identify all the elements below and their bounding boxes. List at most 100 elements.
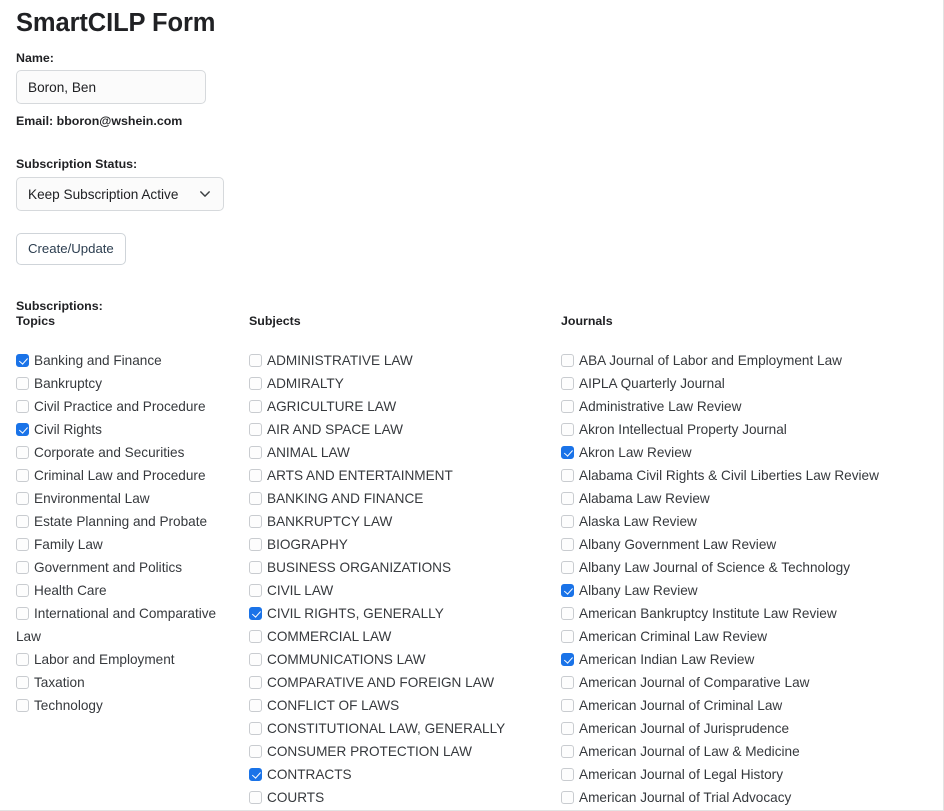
subscription-status-select[interactable]: Keep Subscription Active [16,177,224,211]
checkbox-icon[interactable] [561,722,574,735]
list-item[interactable]: BANKING AND FINANCE [249,487,549,510]
checkbox-icon[interactable] [16,607,29,620]
list-item[interactable]: American Criminal Law Review [561,625,931,648]
list-item[interactable]: ANIMAL LAW [249,441,549,464]
checkbox-icon[interactable] [561,561,574,574]
checkbox-icon[interactable] [249,584,262,597]
list-item[interactable]: Environmental Law [16,487,241,510]
list-item[interactable]: Albany Government Law Review [561,533,931,556]
checkbox-icon[interactable] [249,515,262,528]
checkbox-icon[interactable] [16,584,29,597]
list-item[interactable]: Administrative Law Review [561,395,931,418]
list-item[interactable]: Albany Law Review [561,579,931,602]
checkbox-icon[interactable] [561,492,574,505]
checkbox-icon[interactable] [561,354,574,367]
list-item[interactable]: COMMERCIAL LAW [249,625,549,648]
list-item[interactable]: Civil Rights [16,418,241,441]
checkbox-icon[interactable] [561,377,574,390]
list-item[interactable]: CONTRACTS [249,763,549,786]
checkbox-icon[interactable] [16,676,29,689]
checkbox-icon[interactable] [16,492,29,505]
list-item[interactable]: ABA Journal of Labor and Employment Law [561,349,931,372]
checkbox-icon[interactable] [561,699,574,712]
checkbox-icon[interactable] [561,515,574,528]
list-item[interactable]: American Journal of Legal History [561,763,931,786]
list-item[interactable]: CONFLICT OF LAWS [249,694,549,717]
checkbox-icon[interactable] [249,377,262,390]
checkbox-icon[interactable] [561,538,574,551]
checkbox-icon[interactable] [16,377,29,390]
list-item[interactable]: ARTS AND ENTERTAINMENT [249,464,549,487]
checkbox-icon[interactable] [561,768,574,781]
list-item[interactable]: Technology [16,694,241,717]
checkbox-icon[interactable] [561,676,574,689]
list-item[interactable]: COMPARATIVE AND FOREIGN LAW [249,671,549,694]
checkbox-icon[interactable] [249,745,262,758]
list-item[interactable]: Banking and Finance [16,349,241,372]
list-item[interactable]: Family Law [16,533,241,556]
list-item[interactable]: BIOGRAPHY [249,533,549,556]
list-item[interactable]: American Bankruptcy Institute Law Review [561,602,931,625]
list-item[interactable]: Criminal Law and Procedure [16,464,241,487]
checkbox-icon[interactable] [561,469,574,482]
checkbox-icon[interactable] [249,492,262,505]
checkbox-icon[interactable] [561,630,574,643]
list-item[interactable]: American Indian Law Review [561,648,931,671]
list-item[interactable]: Labor and Employment [16,648,241,671]
list-item[interactable]: ADMINISTRATIVE LAW [249,349,549,372]
list-item[interactable]: COMMUNICATIONS LAW [249,648,549,671]
create-update-button[interactable]: Create/Update [16,233,126,265]
list-item[interactable]: Bankruptcy [16,372,241,395]
checkbox-icon[interactable] [249,354,262,367]
checkbox-icon[interactable] [249,561,262,574]
checkbox-checked-icon[interactable] [16,423,29,436]
name-input[interactable] [16,70,206,104]
checkbox-icon[interactable] [561,745,574,758]
list-item[interactable]: American Journal of Trial Advocacy [561,786,931,809]
checkbox-icon[interactable] [249,791,262,804]
checkbox-checked-icon[interactable] [561,584,574,597]
list-item[interactable]: American Journal of Criminal Law [561,694,931,717]
checkbox-icon[interactable] [249,538,262,551]
checkbox-icon[interactable] [249,400,262,413]
checkbox-icon[interactable] [16,446,29,459]
list-item[interactable]: CONSUMER PROTECTION LAW [249,740,549,763]
checkbox-icon[interactable] [16,515,29,528]
checkbox-checked-icon[interactable] [561,446,574,459]
checkbox-icon[interactable] [16,538,29,551]
list-item[interactable]: CIVIL LAW [249,579,549,602]
checkbox-checked-icon[interactable] [16,354,29,367]
checkbox-icon[interactable] [561,400,574,413]
list-item[interactable]: AIR AND SPACE LAW [249,418,549,441]
checkbox-icon[interactable] [16,653,29,666]
list-item[interactable]: Akron Law Review [561,441,931,464]
checkbox-icon[interactable] [561,423,574,436]
checkbox-icon[interactable] [249,676,262,689]
list-item[interactable]: American Journal of Law & Medicine [561,740,931,763]
list-item[interactable]: Alaska Law Review [561,510,931,533]
list-item[interactable]: Estate Planning and Probate [16,510,241,533]
checkbox-icon[interactable] [249,722,262,735]
list-item[interactable]: Alabama Law Review [561,487,931,510]
list-item[interactable]: Alabama Civil Rights & Civil Liberties L… [561,464,931,487]
checkbox-icon[interactable] [16,400,29,413]
list-item[interactable]: Akron Intellectual Property Journal [561,418,931,441]
list-item[interactable]: BANKRUPTCY LAW [249,510,549,533]
list-item[interactable]: ADMIRALTY [249,372,549,395]
checkbox-checked-icon[interactable] [561,653,574,666]
list-item[interactable]: CIVIL RIGHTS, GENERALLY [249,602,549,625]
checkbox-icon[interactable] [249,653,262,666]
checkbox-icon[interactable] [249,446,262,459]
list-item[interactable]: Taxation [16,671,241,694]
checkbox-icon[interactable] [561,791,574,804]
checkbox-checked-icon[interactable] [249,768,262,781]
list-item[interactable]: American Journal of Comparative Law [561,671,931,694]
checkbox-icon[interactable] [249,423,262,436]
list-item[interactable]: Corporate and Securities [16,441,241,464]
list-item[interactable]: Government and Politics [16,556,241,579]
list-item[interactable]: CONSTITUTIONAL LAW, GENERALLY [249,717,549,740]
list-item[interactable]: International and Comparative Law [16,602,241,648]
checkbox-checked-icon[interactable] [249,607,262,620]
list-item[interactable]: Albany Law Journal of Science & Technolo… [561,556,931,579]
checkbox-icon[interactable] [16,699,29,712]
